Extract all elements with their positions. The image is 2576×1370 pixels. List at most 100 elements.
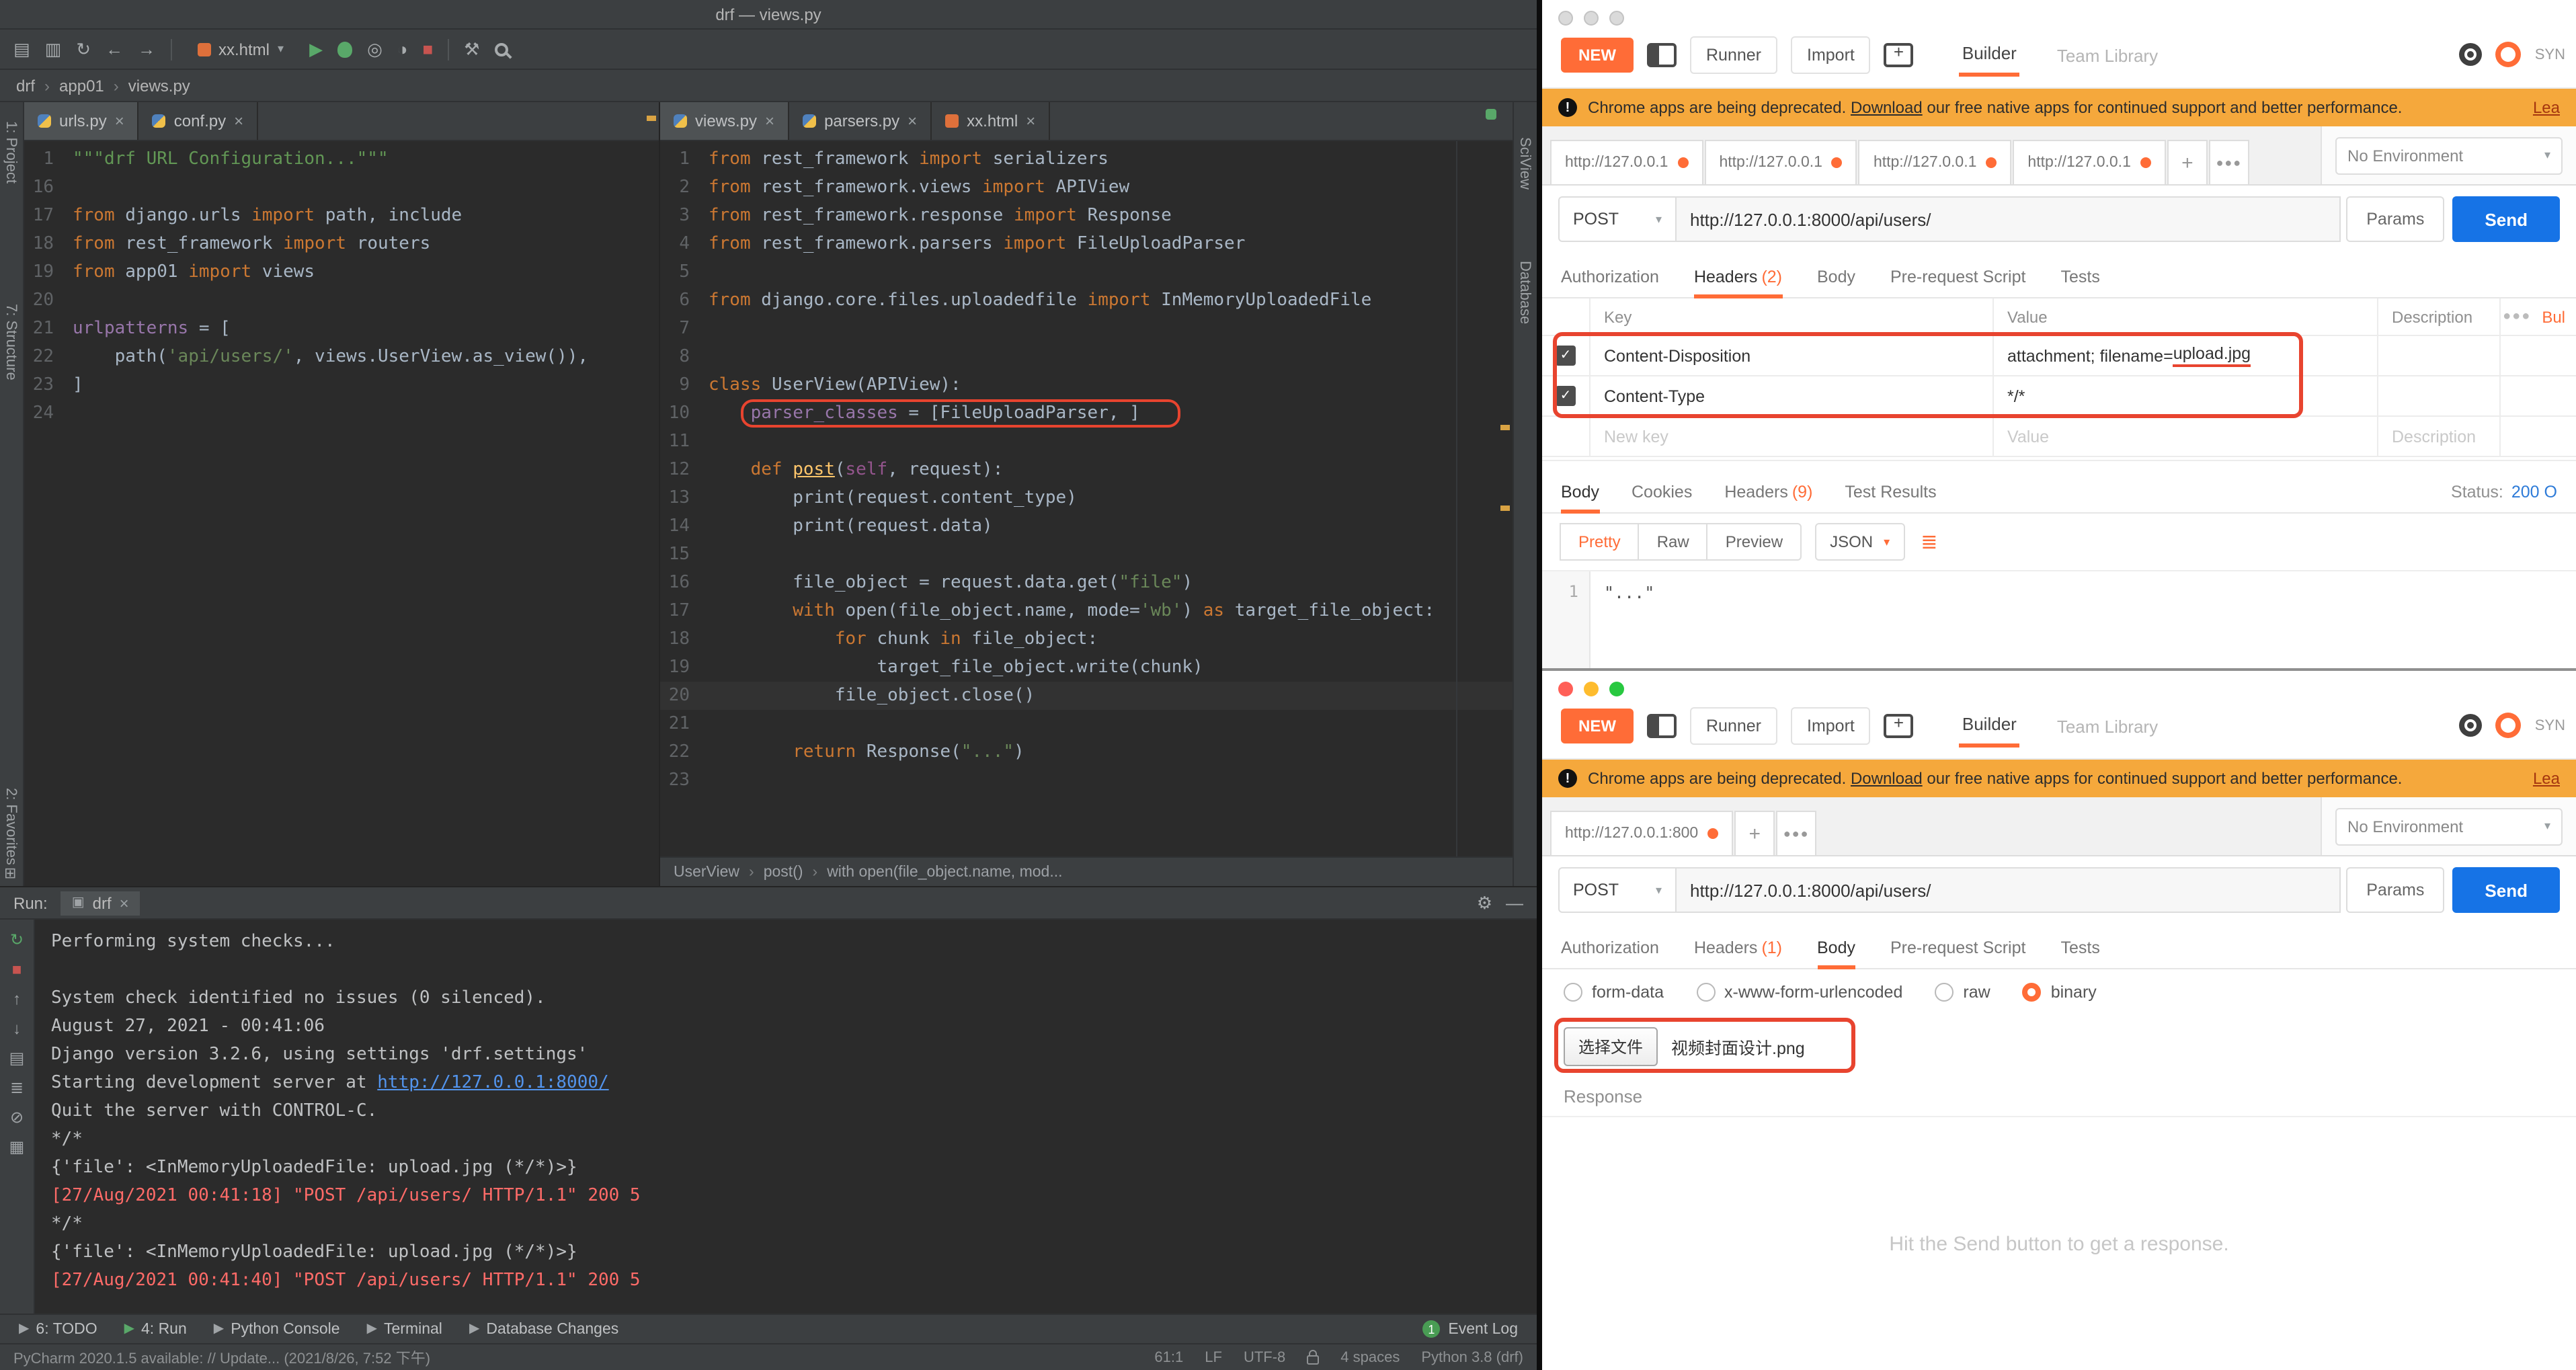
scroll-down-icon[interactable]: ↓ <box>13 1019 21 1038</box>
zoom-window-icon[interactable] <box>1609 682 1624 696</box>
minimize-window-icon[interactable] <box>1584 682 1599 696</box>
toolwindow-sciview[interactable]: SciView <box>1517 137 1533 190</box>
request-tab[interactable]: http://127.0.0.1 <box>1859 140 2011 184</box>
more-options-icon[interactable]: ●●● <box>2503 309 2531 324</box>
interceptor-icon[interactable] <box>2460 714 2483 737</box>
runner-button[interactable]: Runner <box>1690 36 1777 73</box>
request-section-tab[interactable]: Tests <box>2060 268 2099 297</box>
body-type-option[interactable]: x-www-form-urlencoded <box>1696 983 1902 1002</box>
close-icon[interactable]: × <box>234 112 243 130</box>
response-tab[interactable]: Headers(9) <box>1724 483 1812 512</box>
scroll-up-icon[interactable]: ↑ <box>13 990 21 1008</box>
download-link[interactable]: Download <box>1851 98 1923 117</box>
code-editor-views[interactable]: 1from rest_framework import serializers2… <box>660 141 1513 856</box>
pin-icon[interactable]: ▦ <box>9 1137 25 1156</box>
request-section-tab[interactable]: Pre-request Script <box>1890 268 2025 297</box>
import-button[interactable]: Import <box>1791 36 1871 73</box>
tab-team-library[interactable]: Team Library <box>2054 705 2161 746</box>
line-separator[interactable]: LF <box>1205 1349 1222 1365</box>
learn-more-link[interactable]: Lea <box>2533 769 2560 788</box>
request-tab[interactable]: http://127.0.0.1 <box>2013 140 2165 184</box>
breadcrumb-item[interactable]: UserView <box>674 864 739 880</box>
header-key-cell[interactable]: Content-Type <box>1591 376 1994 415</box>
event-log[interactable]: 1 Event Log <box>1422 1320 1518 1338</box>
breadcrumb-item[interactable]: with open(file_object.name, mod... <box>803 864 1063 880</box>
status-message[interactable]: PyCharm 2020.1.5 available: // Update...… <box>13 1346 1133 1368</box>
new-header-row[interactable]: New key Value Description <box>1542 417 2576 457</box>
layout-toggle-icon[interactable] <box>1647 42 1677 67</box>
account-avatar[interactable] <box>2496 42 2522 67</box>
header-description-cell[interactable] <box>2378 376 2501 415</box>
run-config-selector[interactable]: xx.html ▾ <box>186 37 294 61</box>
run-tab[interactable]: ▣ drf × <box>61 891 140 915</box>
file-encoding[interactable]: UTF-8 <box>1244 1349 1285 1365</box>
header-value-cell[interactable]: */* <box>1994 376 2378 415</box>
interpreter[interactable]: Python 3.8 (drf) <box>1421 1349 1523 1365</box>
close-icon[interactable]: × <box>115 112 124 130</box>
breadcrumb-item[interactable]: post() <box>739 864 803 880</box>
new-key-placeholder[interactable]: New key <box>1591 417 1994 456</box>
body-type-option[interactable]: form-data <box>1564 983 1664 1002</box>
runner-button[interactable]: Runner <box>1690 707 1777 744</box>
minimize-window-icon[interactable] <box>1584 11 1599 26</box>
toolwindow-button[interactable]: ▶ Terminal <box>367 1321 442 1337</box>
breadcrumb-item[interactable]: views.py <box>104 76 190 95</box>
coverage-icon[interactable]: ◎ <box>367 40 383 58</box>
wrench-icon[interactable]: ⚒ <box>464 40 479 58</box>
editor-tab[interactable]: parsers.py × <box>789 102 932 140</box>
toolwindow-button[interactable]: ▶ 4: Run <box>124 1321 187 1337</box>
forward-icon[interactable]: → <box>138 40 155 58</box>
row-checkbox[interactable]: ✓ <box>1542 336 1591 375</box>
more-tabs-icon[interactable]: ●●● <box>2209 140 2249 184</box>
profiler-icon[interactable]: ◑ <box>397 40 408 58</box>
rerun-icon[interactable]: ↻ <box>10 930 24 949</box>
clear-icon[interactable]: ⊘ <box>10 1108 24 1127</box>
new-description-placeholder[interactable]: Description <box>2378 417 2501 456</box>
tool-windows-icon[interactable]: ⊞ <box>4 864 16 882</box>
indent-setting[interactable]: 4 spaces <box>1340 1349 1400 1365</box>
method-selector[interactable]: POST ▾ <box>1558 867 1677 913</box>
close-icon[interactable]: × <box>765 112 774 130</box>
request-section-tab[interactable]: Headers(2) <box>1694 268 1782 297</box>
request-section-tab[interactable]: Tests <box>2060 938 2099 968</box>
request-section-tab[interactable]: Pre-request Script <box>1890 938 2025 968</box>
debug-icon[interactable] <box>337 41 352 57</box>
view-mode-button[interactable]: Raw <box>1638 523 1708 561</box>
editor-tab[interactable]: views.py × <box>660 102 789 140</box>
close-window-icon[interactable] <box>1558 682 1573 696</box>
editor-tab[interactable]: xx.html × <box>932 102 1050 140</box>
request-section-tab[interactable]: Headers(1) <box>1694 938 1782 968</box>
toolwindow-structure[interactable]: 7: Structure <box>3 304 19 380</box>
tab-builder[interactable]: Builder <box>1960 32 2019 77</box>
toolwindow-button[interactable]: ▶ Database Changes <box>469 1321 618 1337</box>
interceptor-icon[interactable] <box>2460 43 2483 66</box>
header-key-cell[interactable]: Content-Disposition <box>1591 336 1994 375</box>
sync-icon[interactable]: ↻ <box>76 40 91 58</box>
header-value-cell[interactable]: attachment; filename=upload.jpg <box>1994 336 2378 375</box>
account-avatar[interactable] <box>2496 713 2522 738</box>
layout-toggle-icon[interactable] <box>1647 713 1677 737</box>
toolwindow-favorites[interactable]: 2: Favorites <box>3 787 19 864</box>
send-button[interactable]: Send <box>2452 867 2560 913</box>
url-input[interactable]: http://127.0.0.1:8000/api/users/ <box>1677 196 2341 242</box>
open-project-icon[interactable]: ▤ <box>13 40 30 58</box>
tab-builder[interactable]: Builder <box>1960 703 2019 748</box>
new-button[interactable]: NEW <box>1561 37 1634 72</box>
back-icon[interactable]: ← <box>106 40 123 58</box>
request-tab[interactable]: http://127.0.0.1 <box>1550 140 1703 184</box>
new-tab-button[interactable]: + <box>2167 140 2208 184</box>
breadcrumb-item[interactable]: app01 <box>35 76 104 95</box>
url-input[interactable]: http://127.0.0.1:8000/api/users/ <box>1677 867 2341 913</box>
stop-icon[interactable]: ■ <box>12 960 22 979</box>
learn-more-link[interactable]: Lea <box>2533 98 2560 117</box>
toolwindow-button[interactable]: ▶ Python Console <box>214 1321 340 1337</box>
bulk-edit-link[interactable]: Bul <box>2542 307 2565 326</box>
minimize-icon[interactable]: — <box>1506 894 1523 912</box>
toolwindow-button[interactable]: ▶ 6: TODO <box>19 1321 97 1337</box>
body-type-option[interactable]: raw <box>1935 983 1990 1002</box>
view-mode-button[interactable]: Pretty <box>1560 523 1640 561</box>
request-tab[interactable]: http://127.0.0.1:800 <box>1550 811 1733 855</box>
soft-wrap-icon[interactable]: ▤ <box>9 1049 25 1067</box>
close-icon[interactable]: × <box>120 893 129 912</box>
console-output[interactable]: Performing system checks... System check… <box>35 920 1537 1314</box>
